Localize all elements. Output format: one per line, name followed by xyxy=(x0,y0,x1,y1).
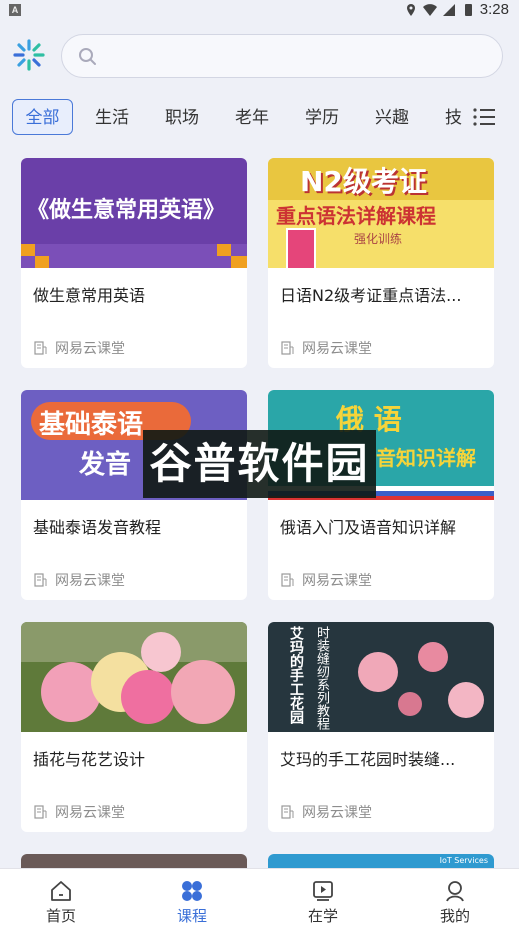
clock: 3:28 xyxy=(479,1,509,18)
course-title: 插花与花艺设计 xyxy=(33,750,146,769)
course-thumbnail: 《做生意常用英语》 xyxy=(21,158,247,268)
building-icon xyxy=(34,805,47,819)
category-tabs: 全部 生活 职场 老年 学历 兴趣 技 xyxy=(0,98,519,138)
wifi-icon xyxy=(422,3,437,16)
nav-courses[interactable]: 课程 xyxy=(147,875,237,926)
nav-learning[interactable]: 在学 xyxy=(278,875,368,926)
battery-icon xyxy=(464,3,472,16)
top-bar xyxy=(0,33,519,83)
tab-education[interactable]: 学历 xyxy=(305,100,339,136)
tab-life[interactable]: 生活 xyxy=(95,100,129,136)
building-icon xyxy=(281,805,294,819)
building-icon xyxy=(281,341,294,355)
tab-elderly[interactable]: 老年 xyxy=(235,100,269,136)
location-icon xyxy=(406,3,415,16)
signal-icon xyxy=(442,3,455,16)
nav-profile[interactable]: 我的 xyxy=(410,875,500,926)
building-icon xyxy=(34,573,47,587)
bottom-nav: 首页 课程 在学 我的 xyxy=(0,868,519,931)
profile-icon xyxy=(446,881,464,902)
tab-workplace[interactable]: 职场 xyxy=(165,100,199,136)
course-title: 做生意常用英语 xyxy=(33,286,146,305)
course-card[interactable]: 插花与花艺设计 网易云课堂 xyxy=(21,622,247,832)
status-bar: A 3:28 xyxy=(0,0,519,22)
course-thumbnail: N2级考证 重点语法详解课程 强化训练 xyxy=(268,158,494,268)
course-source: 网易云课堂 xyxy=(280,338,372,358)
course-thumbnail xyxy=(21,622,247,732)
building-icon xyxy=(281,573,294,587)
course-source: 网易云课堂 xyxy=(33,802,125,822)
course-thumbnail: 艾玛的手工花园 时装缝纫系列教程 xyxy=(268,622,494,732)
app-notification-icon: A xyxy=(9,4,21,16)
search-icon xyxy=(79,48,96,65)
category-menu-icon[interactable] xyxy=(472,106,496,128)
play-video-icon xyxy=(313,881,333,901)
tab-skills[interactable]: 技 xyxy=(445,100,467,136)
course-source: 网易云课堂 xyxy=(280,802,372,822)
course-card[interactable]: 《做生意常用英语》 做生意常用英语 网易云课堂 xyxy=(21,158,247,368)
course-title: 俄语入门及语音知识详解 xyxy=(280,518,457,537)
course-card[interactable]: 艾玛的手工花园 时装缝纫系列教程 艾玛的手工花园时装缝... 网易云课堂 xyxy=(268,622,494,832)
course-source: 网易云课堂 xyxy=(280,570,372,590)
app-logo-icon[interactable] xyxy=(12,38,46,72)
course-grid-icon xyxy=(182,881,202,901)
system-status: 3:28 xyxy=(404,1,509,18)
search-input[interactable] xyxy=(61,34,503,78)
course-source: 网易云课堂 xyxy=(33,338,125,358)
course-title: 基础泰语发音教程 xyxy=(33,518,162,537)
course-card[interactable]: N2级考证 重点语法详解课程 强化训练 日语N2级考证重点语法... 网易云课堂 xyxy=(268,158,494,368)
tab-all[interactable]: 全部 xyxy=(12,99,73,135)
home-icon xyxy=(51,881,71,901)
course-source: 网易云课堂 xyxy=(33,570,125,590)
watermark-overlay: 谷普软件园 xyxy=(143,430,376,498)
nav-home[interactable]: 首页 xyxy=(16,875,106,926)
course-title: 日语N2级考证重点语法... xyxy=(280,286,462,305)
building-icon xyxy=(34,341,47,355)
course-title: 艾玛的手工花园时装缝... xyxy=(280,750,456,769)
tab-interest[interactable]: 兴趣 xyxy=(375,100,409,136)
